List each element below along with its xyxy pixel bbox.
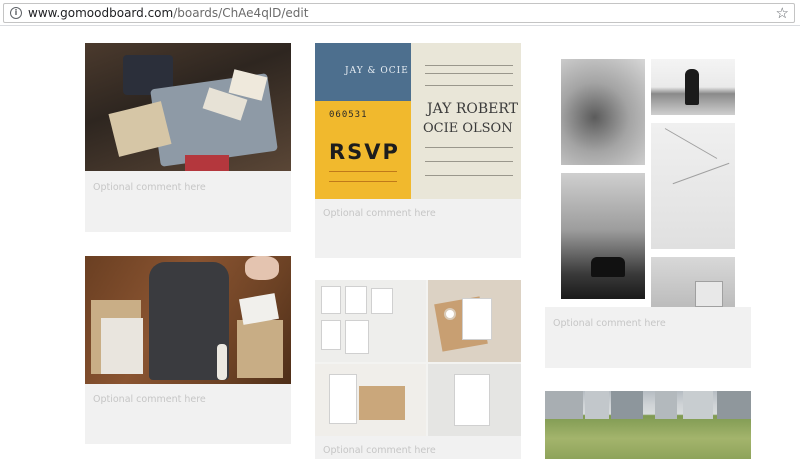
comment-field[interactable]: Optional comment here <box>93 182 206 194</box>
green-field-photo <box>545 391 751 459</box>
invite-rsvp: RSVP <box>329 140 400 164</box>
info-icon[interactable]: i <box>10 7 22 19</box>
browser-address-bar: i www.gomoodboard.com/boards/ChAe4qlD/ed… <box>0 0 800 26</box>
board-card-wedding-invite[interactable]: JAY & OCIE 060531 RSVP JAY ROBERT OCIE O… <box>315 43 521 258</box>
board-card-merchant[interactable]: Optional comment here <box>315 280 521 459</box>
folded-clothes-photo <box>85 43 291 171</box>
invite-name-2: OCIE OLSON <box>423 121 513 136</box>
comment-field[interactable]: Optional comment here <box>323 208 436 220</box>
url-path: /boards/ChAe4qlD/edit <box>173 6 309 20</box>
url-domain: www.gomoodboard.com <box>28 6 174 20</box>
url-input[interactable]: i www.gomoodboard.com/boards/ChAe4qlD/ed… <box>3 3 795 23</box>
invite-monogram: JAY & OCIE <box>345 66 409 76</box>
black-white-photo-collage <box>545 43 751 307</box>
comment-field[interactable]: Optional comment here <box>323 445 436 457</box>
merchant-stationery-photo <box>315 280 521 436</box>
wedding-invitation-photo: JAY & OCIE 060531 RSVP JAY ROBERT OCIE O… <box>315 43 521 199</box>
board-card-field[interactable] <box>545 391 751 459</box>
comment-field[interactable]: Optional comment here <box>553 318 666 330</box>
board-card-hoodie[interactable]: Optional comment here <box>85 256 291 444</box>
invite-name-1: JAY ROBERT <box>427 101 519 117</box>
url-text[interactable]: www.gomoodboard.com/boards/ChAe4qlD/edit <box>28 6 308 21</box>
invite-number: 060531 <box>329 110 368 120</box>
hoodie-flatlay-photo <box>85 256 291 384</box>
comment-field[interactable]: Optional comment here <box>93 394 206 406</box>
star-icon[interactable]: ☆ <box>776 4 789 22</box>
board-card-bw-collage[interactable]: Optional comment here <box>545 43 751 368</box>
board-card-clothes[interactable]: Optional comment here <box>85 43 291 232</box>
